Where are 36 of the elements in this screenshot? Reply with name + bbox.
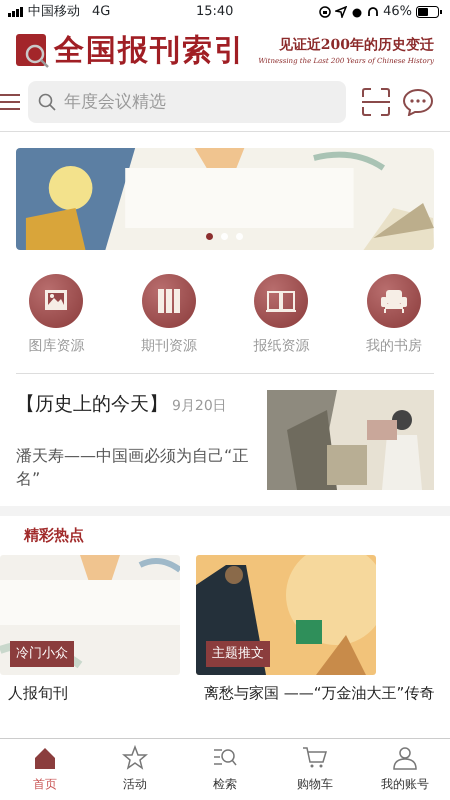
section-heading: 精彩热点 [22, 525, 85, 546]
menu-icon [0, 93, 20, 111]
date-text: 9月20日 [172, 397, 227, 416]
scan-icon [362, 88, 390, 116]
scan-button[interactable] [362, 88, 390, 116]
logo-icon [16, 34, 50, 68]
carrier-name: 中国移动 [28, 3, 80, 22]
headphones-icon [367, 6, 380, 18]
star-icon [122, 745, 148, 771]
user-icon [392, 745, 418, 771]
section-title: 【历史上的今天】 [16, 392, 168, 417]
chat-icon [402, 88, 434, 116]
search-icon [38, 93, 56, 111]
tag-label: 冷门小众 [10, 641, 74, 666]
battery-percent: 46% [383, 3, 412, 22]
article-link[interactable]: 人报旬刊 [0, 682, 180, 704]
menu-button[interactable] [0, 93, 20, 111]
tag-label: 主题推文 [206, 641, 270, 666]
tab-item[interactable]: 活动 [90, 739, 180, 800]
slogan-text: 见证近200年的历史变迁 [278, 36, 434, 55]
home-icon [32, 745, 58, 771]
signal-icon [8, 7, 24, 17]
location-icon [335, 6, 348, 18]
battery-icon [416, 6, 442, 18]
tab-item[interactable]: 首页 [0, 739, 90, 800]
tab-item[interactable]: 我的账号 [360, 739, 450, 800]
search-field[interactable]: 年度会议精选 [28, 81, 346, 123]
status-time: 15:40 [194, 3, 234, 22]
network-type: 4G [92, 3, 110, 22]
tab-item[interactable]: 检索 [180, 739, 270, 800]
article-link[interactable]: 离愁与家国 ——“万金油大王”传奇 [196, 682, 436, 704]
message-button[interactable] [402, 88, 434, 116]
lock-rotation-icon [319, 6, 332, 18]
article-link[interactable]: 潘天寿——中国画必须为自己“正名” [16, 445, 259, 490]
tab-item[interactable]: 购物车 [270, 739, 360, 800]
logo-text: 全国报刊索引 [54, 32, 246, 70]
